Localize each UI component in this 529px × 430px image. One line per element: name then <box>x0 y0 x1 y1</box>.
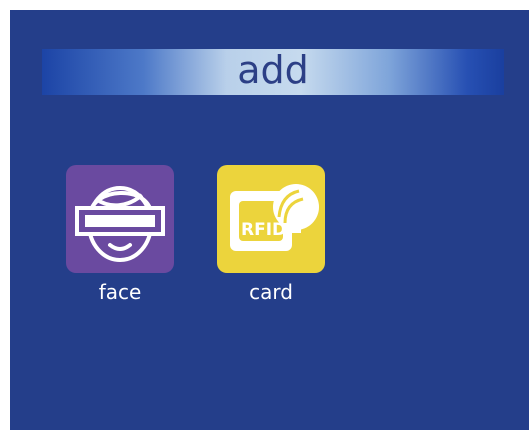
title-bar: add <box>42 49 504 95</box>
card-option-button[interactable]: RFID <box>217 165 325 273</box>
face-option-button[interactable] <box>66 165 174 273</box>
rfid-card-icon: RFID <box>217 165 325 273</box>
card-option-label: card <box>249 280 293 304</box>
device-screen: add face RFID card <box>10 10 529 430</box>
face-option-label: face <box>98 280 142 304</box>
page-title: add <box>237 48 309 92</box>
svg-text:RFID: RFID <box>241 220 286 240</box>
face-scan-icon <box>66 165 174 273</box>
